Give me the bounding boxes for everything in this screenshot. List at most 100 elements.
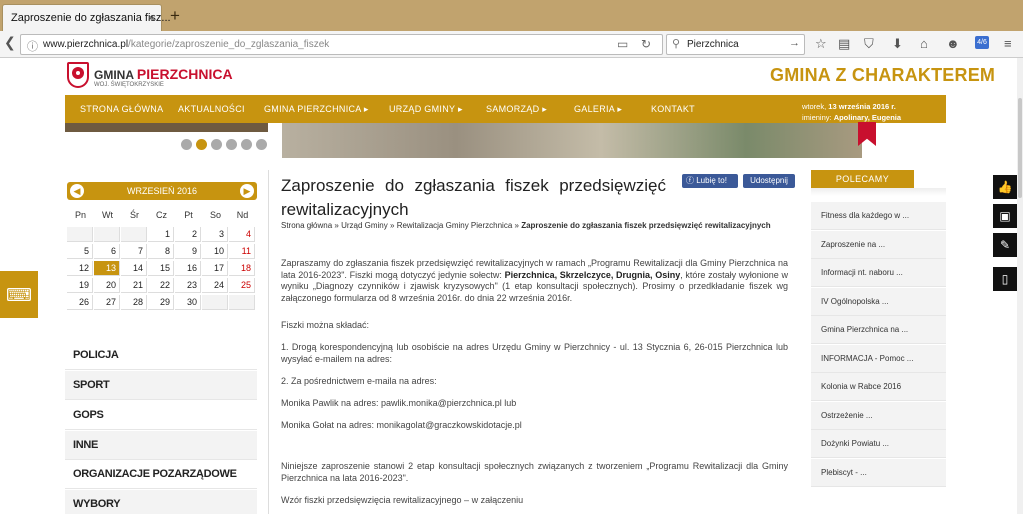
calendar-day[interactable]: 24 [202,278,228,293]
calendar-weekday: Śr [130,210,139,220]
calendar-next-icon[interactable]: ▶ [240,184,254,198]
calendar-day[interactable]: 12 [67,261,93,276]
pocket-icon[interactable]: ⛉ [864,36,874,52]
calendar-day[interactable]: 11 [229,244,255,259]
menu-item-home[interactable]: STRONA GŁÓWNA [80,104,163,114]
comment-icon[interactable]: ▣ [993,204,1017,228]
article-paragraph: Zapraszamy do zgłaszania fiszek przedsię… [281,258,788,304]
facebook-like-button[interactable]: ⓕ Lubię to! [682,174,738,188]
slider-dot[interactable] [181,139,192,150]
reading-list-icon[interactable]: ▤ [838,36,850,52]
recommended-link[interactable]: IV Ogólnopolska ... [811,287,946,316]
menu-item-council[interactable]: SAMORZĄD ▸ [486,104,547,115]
calendar-day[interactable]: 16 [175,261,201,276]
calendar-day[interactable]: 19 [67,278,93,293]
coat-of-arms-icon[interactable] [67,62,89,88]
address-bar[interactable]: ⓘ www.pierzchnica.pl/kategorie/zaproszen… [20,34,663,55]
calendar-day[interactable]: 7 [121,244,147,259]
calendar-day[interactable]: 3 [202,227,228,242]
calendar-day[interactable]: 10 [202,244,228,259]
share-button[interactable]: Udostępnij [743,174,795,188]
calendar-day[interactable]: 4 [229,227,255,242]
recommended-link[interactable]: Informacji nt. naboru ... [811,259,946,287]
recommended-link[interactable]: Plebiscyt - ... [811,458,946,487]
account-icon[interactable]: ☻ [946,36,960,51]
scrollbar-thumb[interactable] [1018,98,1022,198]
slider-dot[interactable] [226,139,237,150]
new-tab-button[interactable]: + [170,6,180,26]
tab-close-icon[interactable]: × [147,10,155,25]
pen-icon[interactable]: ✎ [993,233,1017,257]
facebook-thumb-icon[interactable]: 👍 [993,175,1017,199]
calendar-day[interactable]: 18 [229,261,255,276]
menu-icon[interactable]: ≡ [1004,36,1012,51]
calendar-day[interactable]: 26 [67,295,93,310]
reload-icon[interactable]: ↻ [641,37,651,51]
calendar-day[interactable]: 2 [175,227,201,242]
recommended-link[interactable]: Kolonia w Rabce 2016 [811,373,946,401]
back-icon[interactable]: ❮ [4,34,16,51]
slider-dot-active[interactable] [196,139,207,150]
calendar-day[interactable]: 27 [94,295,120,310]
scrollbar[interactable] [1017,58,1023,514]
calendar-day[interactable]: 5 [67,244,93,259]
calendar-day[interactable]: 15 [148,261,174,276]
calendar-day[interactable]: 23 [175,278,201,293]
email-line[interactable]: Monika Gołat na adres: monikagolat@gracz… [281,420,788,432]
calendar-day[interactable]: 22 [148,278,174,293]
recommended-link[interactable]: Zaproszenie na ... [811,230,946,259]
mobile-icon[interactable]: ▯ [993,267,1017,291]
calendar-prev-icon[interactable]: ◀ [70,184,84,198]
calendar-day[interactable]: 29 [148,295,174,310]
bookmark-star-icon[interactable]: ☆ [815,36,827,52]
sidebar-item-other[interactable]: INNE [65,431,257,460]
sidebar-item-sport[interactable]: SPORT [65,371,257,400]
email-line[interactable]: Monika Pawlik na adres: pawlik.monika@pi… [281,398,788,410]
breadcrumb-office[interactable]: Urząd Gminy [341,221,388,230]
breadcrumb-home[interactable]: Strona główna [281,221,332,230]
keyboard-accessibility-button[interactable]: ⌨ [0,271,38,318]
menu-item-contact[interactable]: KONTAKT [651,104,695,114]
info-icon[interactable]: ⓘ [27,38,38,54]
recommended-link[interactable]: INFORMACJA - Pomoc ... [811,344,946,373]
menu-item-news[interactable]: AKTUALNOŚCI [178,104,245,114]
url-text[interactable]: www.pierzchnica.pl/kategorie/zaproszenie… [43,39,329,50]
calendar-day[interactable]: 6 [94,244,120,259]
breadcrumb-revitalization[interactable]: Rewitalizacja Gminy Pierzchnica [397,221,513,230]
search-bar[interactable]: ⚲ Pierzchnica → [666,34,805,55]
calendar-day[interactable]: 1 [148,227,174,242]
slider-dot[interactable] [241,139,252,150]
slider-dot[interactable] [256,139,267,150]
reader-view-icon[interactable]: ▭ [617,37,628,51]
menu-item-office[interactable]: URZĄD GMINY ▸ [389,104,463,115]
extension-badge[interactable]: 4/6 [975,36,989,49]
browser-tab[interactable]: Zaproszenie do zgłaszania fisz... × [2,4,171,32]
calendar-day[interactable]: 9 [175,244,201,259]
recommended-link[interactable]: Fitness dla każdego w ... [811,202,946,230]
calendar-day[interactable]: 21 [121,278,147,293]
calendar-day[interactable]: 28 [121,295,147,310]
menu-item-gallery[interactable]: GALERIA ▸ [574,104,622,115]
recommended-link[interactable]: Ostrzeżenie ... [811,401,946,430]
sidebar-item-ngo[interactable]: ORGANIZACJE POZARZĄDOWE [65,460,257,489]
site-logo[interactable]: GMINA PIERZCHNICA [94,66,233,82]
sidebar-item-elections[interactable]: WYBORY [65,490,257,514]
calendar-day[interactable]: 17 [202,261,228,276]
recommended-link[interactable]: Gmina Pierzchnica na ... [811,316,946,344]
sidebar-item-police[interactable]: POLICJA [65,341,257,370]
calendar-day[interactable]: 14 [121,261,147,276]
calendar-day[interactable]: 13 [94,261,120,276]
download-icon[interactable]: ⬇ [892,36,903,52]
slider-dot[interactable] [211,139,222,150]
calendar-day[interactable]: 25 [229,278,255,293]
calendar-day[interactable]: 8 [148,244,174,259]
recommended-link[interactable]: Dożynki Powiatu ... [811,430,946,458]
search-input[interactable]: Pierzchnica [687,39,739,50]
menu-item-commune[interactable]: GMINA PIERZCHNICA ▸ [264,104,369,115]
search-go-icon[interactable]: → [789,37,800,49]
calendar-day[interactable]: 20 [94,278,120,293]
home-icon[interactable]: ⌂ [920,36,928,51]
sidebar-item-gops[interactable]: GOPS [65,401,257,430]
calendar-day[interactable]: 30 [175,295,201,310]
breadcrumb-sep: » [390,221,395,230]
